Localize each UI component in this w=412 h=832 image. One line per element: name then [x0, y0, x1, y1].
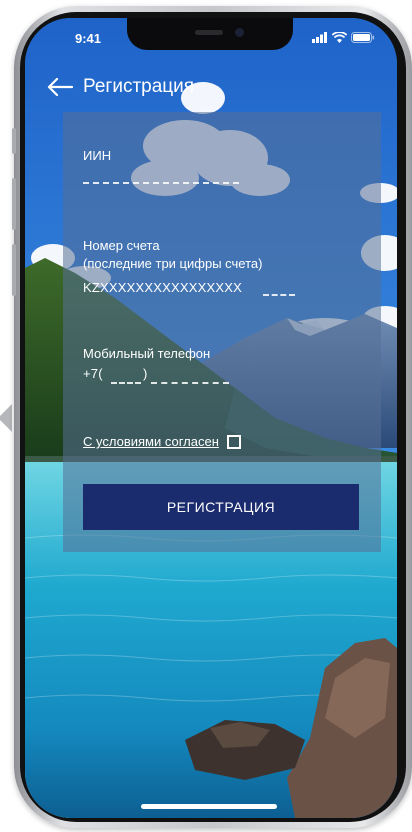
phone-screen: 9:41 Регистрация ИИН Номер счета (послед…: [25, 18, 397, 818]
volume-down-button: [12, 244, 16, 296]
status-time: 9:41: [75, 31, 102, 46]
chevron-left-icon: [0, 404, 12, 432]
app-header: Регистрация: [25, 70, 397, 104]
mute-switch: [12, 128, 16, 154]
canvas: 9:41 Регистрация ИИН Номер счета (послед…: [0, 0, 412, 832]
agree-row: С условиями согласен: [83, 434, 241, 449]
back-arrow-icon[interactable]: [47, 77, 73, 97]
account-hint: (последние три цифры счета): [83, 256, 263, 271]
home-indicator: [141, 804, 277, 809]
wifi-icon: [332, 32, 347, 43]
front-camera: [235, 28, 244, 37]
iin-input[interactable]: [83, 182, 239, 184]
signal-icon: [312, 32, 327, 43]
speaker: [195, 30, 223, 35]
phone-close-paren: ): [143, 366, 148, 381]
battery-icon: [351, 32, 375, 43]
account-input[interactable]: [263, 294, 295, 296]
phone-number-input[interactable]: [151, 382, 229, 384]
phone-code-input[interactable]: [111, 382, 141, 384]
iin-label: ИИН: [83, 148, 112, 163]
phone-label: Мобильный телефон: [83, 346, 211, 361]
volume-up-button: [12, 178, 16, 230]
agree-terms-link[interactable]: С условиями согласен: [83, 434, 219, 449]
notch: [127, 18, 293, 50]
account-prefix: KZXXXXXXXXXXXXXXXX: [83, 280, 242, 295]
account-label: Номер счета: [83, 238, 160, 253]
register-button[interactable]: РЕГИСТРАЦИЯ: [83, 484, 359, 530]
agree-checkbox[interactable]: [226, 434, 241, 449]
status-icons: [312, 32, 375, 43]
page-title: Регистрация: [83, 76, 195, 97]
registration-form: ИИН Номер счета (последние три цифры сче…: [63, 112, 381, 552]
phone-prefix: +7(: [83, 366, 103, 381]
